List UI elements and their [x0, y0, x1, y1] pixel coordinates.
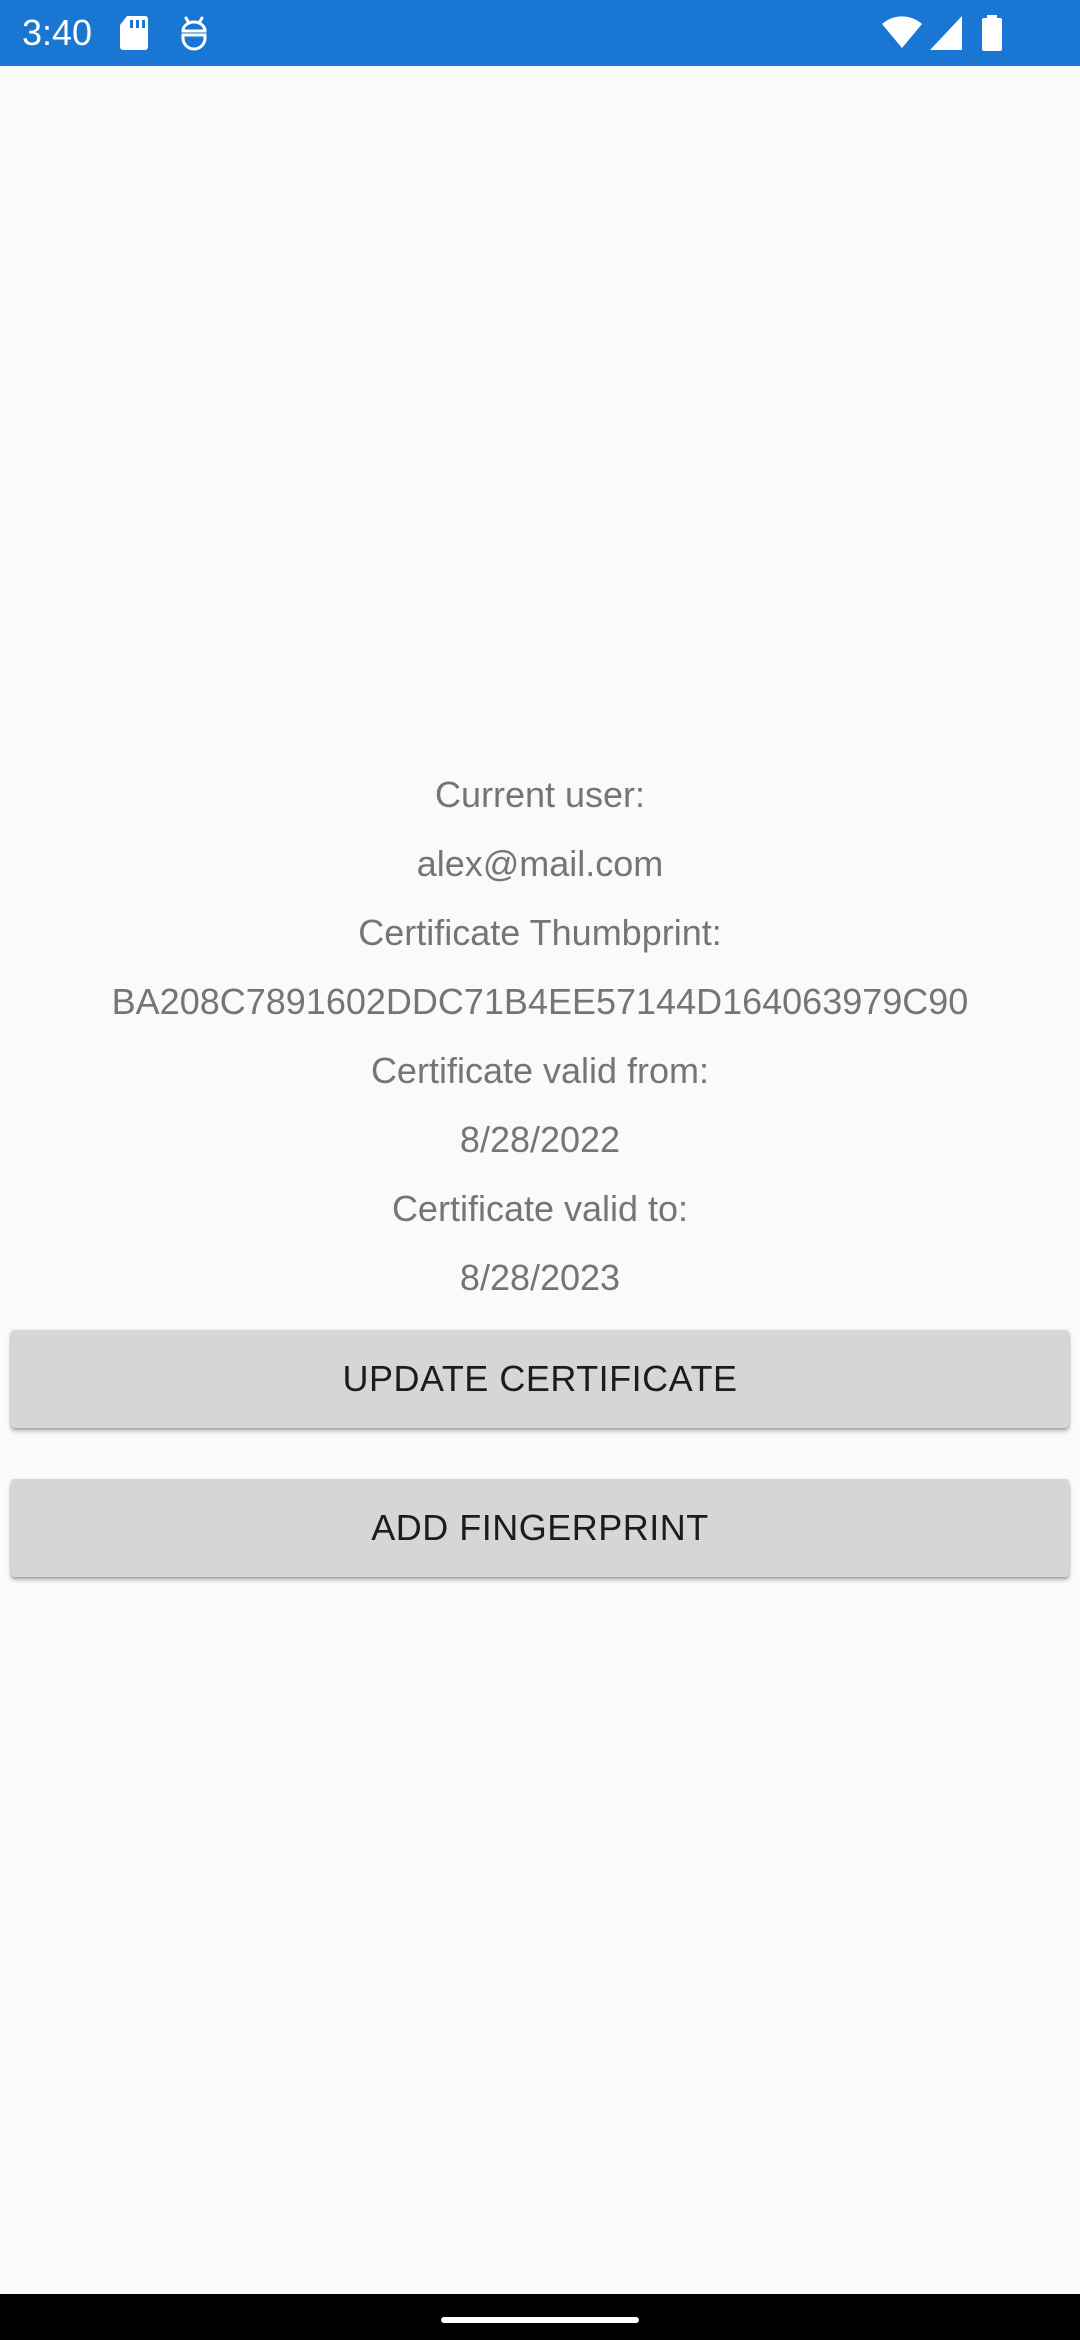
home-gesture-handle[interactable]	[441, 2317, 639, 2323]
valid-to-value: 8/28/2023	[459, 1257, 621, 1298]
valid-to-label: Certificate valid to:	[391, 1188, 689, 1229]
navigation-bar	[0, 2294, 1080, 2340]
debug-icon	[181, 16, 207, 51]
sd-card-icon	[120, 16, 148, 50]
update-certificate-button[interactable]: UPDATE CERTIFICATE	[11, 1330, 1069, 1428]
current-user-label: Current user:	[434, 774, 646, 815]
add-fingerprint-button[interactable]: ADD FINGERPRINT	[11, 1479, 1069, 1577]
status-bar: 3:40	[0, 0, 1080, 66]
current-user-value: alex@mail.com	[416, 843, 664, 884]
cell-signal-icon	[930, 16, 962, 50]
thumbprint-label: Certificate Thumbprint:	[358, 912, 722, 953]
status-time: 3:40	[22, 12, 93, 53]
app-screen: 3:40 Current user: alex@mail.com Certifi…	[0, 0, 1080, 2340]
battery-icon	[982, 15, 1002, 51]
thumbprint-value: BA208C7891602DDC71B4EE57144D164063979C90	[111, 981, 969, 1022]
valid-from-value: 8/28/2022	[459, 1119, 621, 1160]
valid-from-label: Certificate valid from:	[370, 1050, 710, 1091]
wifi-icon	[882, 16, 922, 48]
certificate-info: Current user: alex@mail.com Certificate …	[0, 760, 1080, 1312]
